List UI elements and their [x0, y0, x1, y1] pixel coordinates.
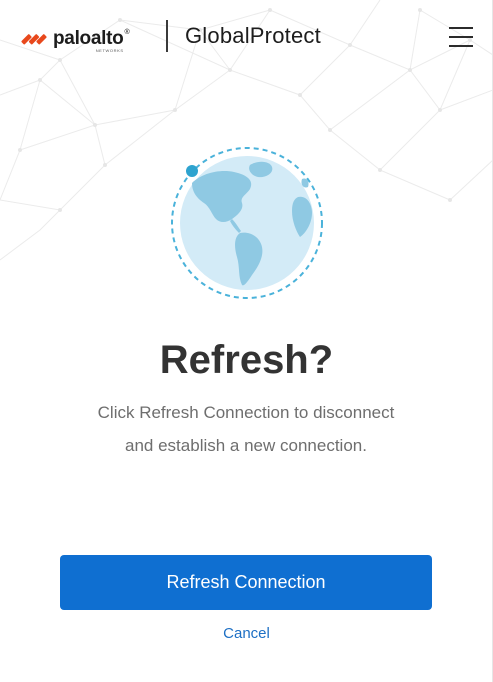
header-divider	[166, 20, 168, 52]
brand-subtitle: NETWORKS	[95, 48, 124, 53]
description-line-1: Click Refresh Connection to disconnect	[97, 403, 395, 422]
refresh-connection-button[interactable]: Refresh Connection	[60, 555, 432, 610]
app-header: paloalto® NETWORKS GlobalProtect	[0, 0, 492, 72]
description-line-2: and establish a new connection.	[125, 436, 367, 455]
brand-name: paloalto	[53, 28, 124, 49]
page-title: Refresh?	[159, 338, 334, 382]
paloalto-logo: paloalto® NETWORKS	[20, 24, 130, 54]
hamburger-menu-icon[interactable]	[446, 24, 476, 50]
app-window: paloalto® NETWORKS GlobalProtect Refresh…	[0, 0, 493, 682]
paloalto-logo-mark-icon	[21, 34, 47, 45]
logo-wordmark: paloalto® NETWORKS	[53, 28, 130, 54]
globe-icon	[171, 147, 323, 299]
product-name: GlobalProtect	[185, 23, 321, 48]
cancel-link[interactable]: Cancel	[0, 625, 492, 642]
description-text: Click Refresh Connection to disconnect a…	[46, 396, 446, 462]
registered-mark: ®	[124, 29, 130, 36]
